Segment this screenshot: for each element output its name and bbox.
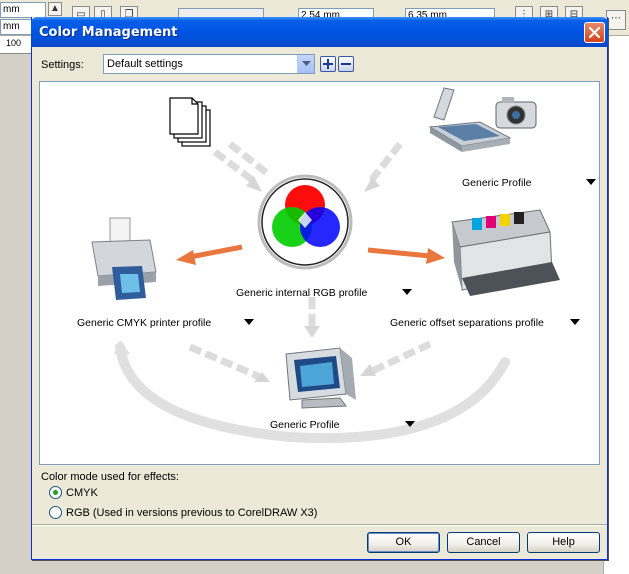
width-field[interactable]: mm (0, 2, 46, 18)
offset-separations-chevron-down-icon[interactable] (569, 316, 581, 328)
printer-icon (91, 217, 157, 300)
options-icon[interactable]: ⋯ (606, 10, 626, 30)
close-button[interactable] (584, 22, 605, 43)
input-profile-label: Generic Profile (462, 177, 532, 189)
dialog-title: Color Management (39, 25, 178, 40)
rgb-radio-label: RGB (Used in versions previous to CorelD… (66, 506, 318, 519)
settings-value: Default settings (107, 58, 183, 70)
rgb-circles-icon (257, 174, 353, 270)
color-workflow-panel: Generic Profile Generic internal RGB pro… (39, 81, 600, 465)
monitor-profile-chevron-down-icon[interactable] (404, 418, 416, 430)
cmyk-printer-label: Generic CMYK printer profile (77, 317, 212, 329)
rgb-radio-option[interactable]: RGB (Used in versions previous to CorelD… (49, 506, 317, 519)
cmyk-radio[interactable] (49, 486, 62, 499)
ruler-label: 100 (6, 38, 22, 48)
input-profile-chevron-down-icon[interactable] (585, 176, 597, 188)
effects-mode-label: Color mode used for effects: (41, 471, 179, 483)
plus-icon (323, 59, 333, 69)
color-management-dialog: Color Management Settings: Default setti… (31, 17, 608, 560)
monitor-profile-label: Generic Profile (270, 419, 340, 431)
close-icon (589, 27, 600, 38)
offset-separations-label: Generic offset separations profile (390, 317, 544, 329)
title-bar[interactable]: Color Management (31, 17, 608, 47)
settings-label: Settings: (41, 59, 84, 71)
workflow-diagram (91, 87, 560, 444)
monitor-icon (285, 347, 356, 409)
settings-dropdown[interactable]: Default settings (103, 54, 315, 74)
document-icon (169, 97, 211, 147)
cmyk-radio-label: CMYK (66, 486, 98, 499)
cancel-button[interactable]: Cancel (447, 532, 520, 553)
printing-press-icon (451, 209, 560, 296)
divider (32, 524, 607, 526)
internal-rgb-label: Generic internal RGB profile (236, 287, 368, 299)
cmyk-printer-chevron-down-icon[interactable] (243, 316, 255, 328)
add-preset-button[interactable] (320, 56, 336, 72)
minus-icon (341, 63, 351, 65)
cmyk-radio-option[interactable]: CMYK (49, 486, 98, 499)
ok-button[interactable]: OK (367, 532, 440, 553)
delete-preset-button[interactable] (338, 56, 354, 72)
spin-up-icon[interactable]: ▲ (48, 2, 62, 16)
chevron-down-icon[interactable] (297, 55, 314, 73)
help-button[interactable]: Help (527, 532, 600, 553)
rgb-radio[interactable] (49, 506, 62, 519)
scanner-camera-icon (428, 87, 537, 152)
horizontal-ruler: 100 (0, 36, 32, 54)
internal-rgb-chevron-down-icon[interactable] (401, 286, 413, 298)
